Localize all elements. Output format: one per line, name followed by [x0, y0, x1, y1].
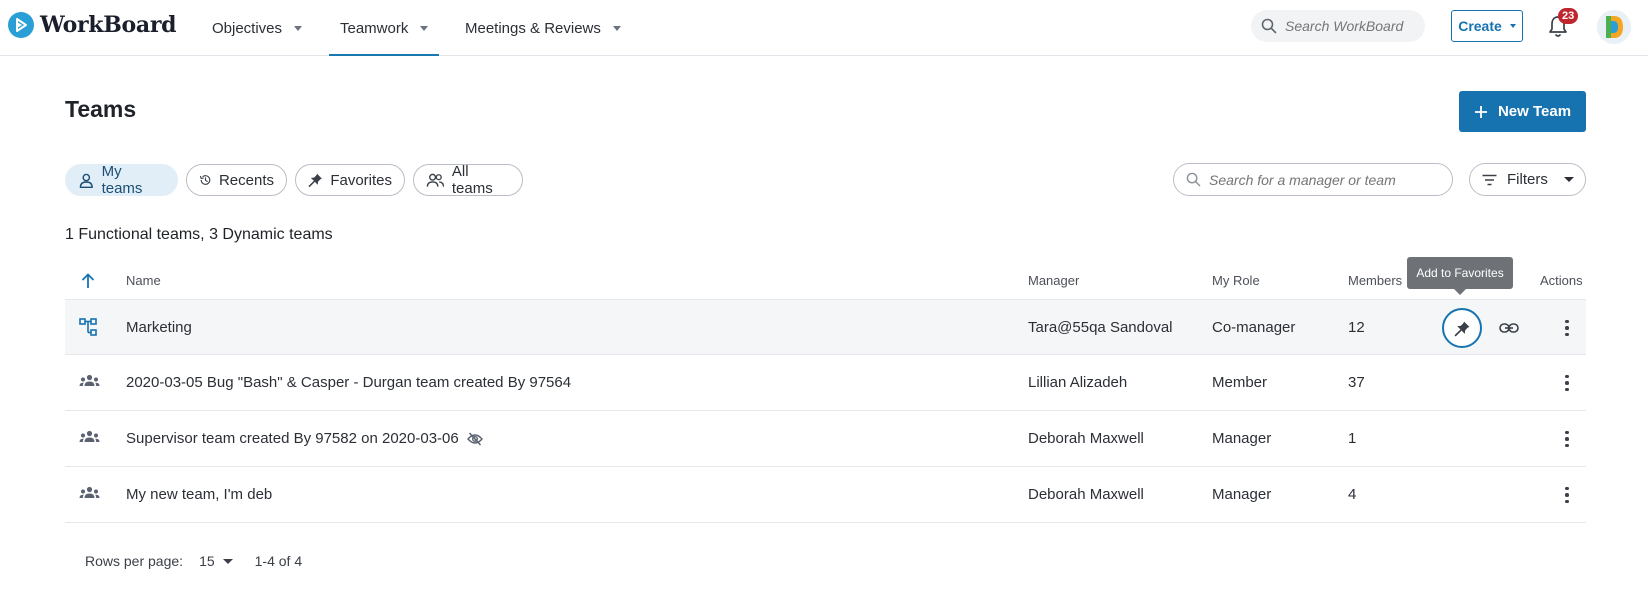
create-button[interactable]: Create [1451, 10, 1523, 42]
column-header-name[interactable]: Name [126, 273, 161, 288]
search-icon [1261, 18, 1277, 34]
row-actions-menu-icon[interactable] [1557, 428, 1577, 450]
chevron-down-icon [612, 25, 621, 31]
team-name-text: Supervisor team created By 97582 on 2020… [126, 430, 459, 447]
plus-icon [1474, 105, 1487, 118]
top-navigation-bar: WorkBoard Objectives Teamwork Meetings &… [0, 0, 1648, 56]
workboard-logo[interactable]: WorkBoard [8, 12, 177, 38]
chip-favorites[interactable]: Favorites [295, 164, 405, 196]
teams-summary: 1 Functional teams, 3 Dynamic teams [65, 226, 333, 243]
chip-favorites-label: Favorites [330, 171, 392, 189]
team-role: Member [1212, 374, 1268, 391]
team-manager: Lillian Alizadeh [1028, 374, 1128, 391]
people-icon [426, 173, 445, 187]
team-name[interactable]: 2020-03-05 Bug "Bash" & Casper - Durgan … [126, 374, 571, 391]
team-role: Manager [1212, 486, 1272, 503]
column-header-actions: Actions [1540, 273, 1583, 288]
nav-teamwork[interactable]: Teamwork [328, 0, 440, 56]
nav-meetings-reviews[interactable]: Meetings & Reviews [465, 0, 621, 56]
row-actions-menu-icon[interactable] [1557, 484, 1577, 506]
chip-recents[interactable]: Recents [186, 164, 287, 196]
team-name[interactable]: Marketing [126, 319, 192, 336]
link-icon [1499, 323, 1519, 333]
dynamic-team-group-icon [79, 374, 100, 386]
team-name-text: Marketing [126, 319, 192, 336]
chip-all-teams-label: All teams [451, 163, 493, 197]
table-row[interactable]: Supervisor team created By 97582 on 2020… [65, 411, 1586, 467]
chip-all-teams[interactable]: All teams [413, 163, 523, 197]
team-role: Co-manager [1212, 319, 1296, 336]
rows-per-page-value: 15 [199, 553, 215, 569]
nav-teamwork-label: Teamwork [340, 19, 409, 37]
team-name[interactable]: My new team, I'm deb [126, 486, 272, 503]
team-name-text: My new team, I'm deb [126, 486, 273, 503]
filters-button[interactable]: Filters [1469, 163, 1586, 196]
user-avatar[interactable] [1597, 10, 1631, 44]
hidden-eye-slash-icon [466, 431, 483, 446]
add-to-favorites-button[interactable] [1442, 308, 1482, 348]
table-header: Name Manager My Role Members Actions [65, 264, 1586, 299]
page-title: Teams [65, 96, 137, 122]
rows-per-page-select[interactable]: 15 [199, 553, 233, 569]
team-role: Manager [1212, 430, 1272, 447]
chip-my-teams[interactable]: My teams [65, 163, 178, 197]
create-button-label: Create [1458, 18, 1502, 34]
chip-my-teams-label: My teams [101, 163, 143, 197]
nav-meetings-reviews-label: Meetings & Reviews [465, 19, 601, 37]
column-header-role[interactable]: My Role [1212, 273, 1260, 288]
new-team-button[interactable]: New Team [1459, 91, 1586, 132]
team-search-input[interactable] [1209, 171, 1449, 188]
team-members-count: 12 [1348, 319, 1365, 336]
pagination: Rows per page: 15 1-4 of 4 [85, 553, 302, 569]
filter-lines-icon [1482, 174, 1497, 185]
notifications-count-badge: 23 [1558, 8, 1579, 24]
team-search[interactable] [1173, 163, 1453, 196]
search-icon [1186, 172, 1201, 187]
global-search[interactable] [1251, 10, 1425, 42]
table-row[interactable]: 2020-03-05 Bug "Bash" & Casper - Durgan … [65, 355, 1586, 411]
pin-icon [1454, 321, 1469, 336]
column-header-manager[interactable]: Manager [1028, 273, 1079, 288]
chevron-down-icon [294, 25, 303, 31]
nav-objectives[interactable]: Objectives [212, 0, 303, 56]
chevron-down-icon [1563, 177, 1574, 182]
history-icon [199, 175, 211, 185]
functional-team-hierarchy-icon [79, 318, 97, 336]
workboard-logo-icon [8, 12, 34, 38]
dynamic-team-group-icon [79, 430, 100, 442]
chevron-down-icon [420, 25, 429, 31]
table-row[interactable]: My new team, I'm deb Deborah Maxwell Man… [65, 467, 1586, 523]
copy-link-button[interactable] [1498, 317, 1520, 339]
chip-recents-label: Recents [218, 171, 274, 189]
team-manager: Deborah Maxwell [1028, 430, 1144, 447]
team-members-count: 1 [1348, 430, 1357, 447]
nav-objectives-label: Objectives [212, 19, 283, 37]
column-header-members[interactable]: Members [1348, 273, 1402, 288]
team-name[interactable]: Supervisor team created By 97582 on 2020… [126, 430, 483, 447]
add-to-favorites-tooltip: Add to Favorites [1407, 257, 1513, 295]
row-actions-menu-icon[interactable] [1557, 372, 1577, 394]
team-manager: Deborah Maxwell [1028, 486, 1144, 503]
filters-button-label: Filters [1507, 171, 1548, 188]
teams-table: Name Manager My Role Members Actions Mar… [65, 264, 1586, 523]
team-members-count: 37 [1348, 374, 1365, 391]
chevron-down-icon [1509, 24, 1516, 28]
chevron-down-icon [222, 558, 233, 564]
person-icon [79, 173, 93, 188]
global-search-input[interactable] [1285, 18, 1415, 34]
app-name: WorkBoard [40, 12, 177, 38]
dynamic-team-group-icon [79, 486, 100, 498]
rows-per-page-label: Rows per page: [85, 553, 184, 569]
row-actions-menu-icon[interactable] [1557, 317, 1577, 339]
table-row[interactable]: Marketing Tara@55qa Sandoval Co-manager … [65, 299, 1586, 355]
team-members-count: 4 [1348, 486, 1357, 503]
team-manager: Tara@55qa Sandoval [1028, 319, 1173, 336]
pin-icon [308, 173, 322, 187]
sort-ascending-arrow-icon[interactable] [80, 272, 96, 290]
new-team-button-label: New Team [1497, 103, 1572, 120]
team-name-text: 2020-03-05 Bug "Bash" & Casper - Durgan … [126, 374, 572, 391]
pagination-range: 1-4 of 4 [254, 553, 303, 569]
avatar-initial-icon [1597, 10, 1631, 44]
